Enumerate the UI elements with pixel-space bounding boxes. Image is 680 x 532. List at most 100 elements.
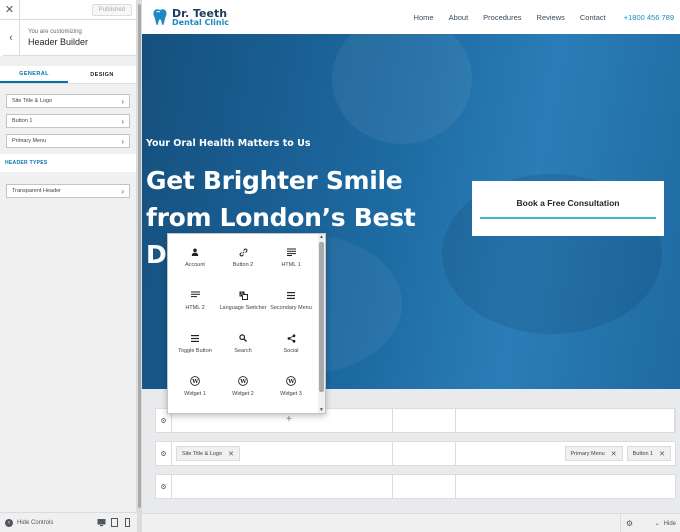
translate-icon: A	[238, 290, 248, 300]
sidebar-items: Site Title & Logo › Button 1 › Primary M…	[0, 84, 136, 148]
remove-item-icon[interactable]: ✕	[611, 450, 617, 458]
picker-item-secondary-menu[interactable]: Secondary Menu	[267, 277, 315, 320]
remove-item-icon[interactable]: ✕	[659, 450, 665, 458]
desktop-device-icon[interactable]	[97, 518, 106, 527]
tablet-device-icon[interactable]	[110, 518, 119, 527]
hide-builder-label: Hide	[663, 520, 676, 527]
section-titles: You are customizing Header Builder	[20, 29, 88, 47]
picker-item-label: Widget 2	[232, 391, 254, 397]
wordpress-icon: W	[190, 376, 200, 386]
row-zone-right[interactable]	[456, 475, 675, 498]
picker-item-widget-1[interactable]: W Widget 1	[171, 363, 219, 406]
hide-controls-label: Hide Controls	[17, 519, 54, 526]
sidebar-item-button-1[interactable]: Button 1 ›	[6, 114, 130, 128]
primary-menu: Home About Procedures Reviews Contact +1…	[414, 13, 674, 22]
scroll-up-arrow-icon[interactable]: ▲	[319, 234, 324, 240]
chevron-right-icon: ›	[121, 96, 124, 106]
picker-item-label: Account	[185, 262, 205, 268]
logo-title: Dr. Teeth	[172, 6, 228, 20]
picker-item-toggle-button[interactable]: Toggle Button	[171, 320, 219, 363]
picker-item-widget-3[interactable]: W Widget 3	[267, 363, 315, 406]
builder-item-label: Primary Menu	[570, 450, 605, 457]
text-lines-icon	[190, 290, 200, 300]
picker-scrollbar-thumb[interactable]	[319, 242, 324, 392]
row-zone-center[interactable]	[393, 409, 456, 432]
chevron-right-icon: ›	[121, 186, 124, 196]
add-item-plus-icon[interactable]: +	[286, 414, 292, 425]
menu-icon	[286, 290, 296, 300]
share-icon	[286, 333, 296, 343]
picker-item-button-2[interactable]: Button 2	[219, 234, 267, 277]
text-lines-icon	[286, 247, 296, 257]
mobile-device-icon[interactable]	[123, 518, 132, 527]
picker-item-label: HTML 2	[185, 305, 205, 311]
builder-item-label: Site Title & Logo	[182, 450, 223, 457]
consultation-cta-button[interactable]: Book a Free Consultation	[472, 181, 664, 236]
hide-builder-button[interactable]: ⌄ Hide	[655, 514, 676, 532]
tab-general[interactable]: General	[0, 66, 68, 83]
builder-item-button-1[interactable]: Button 1 ✕	[626, 446, 671, 461]
publish-button[interactable]: Published	[91, 3, 132, 16]
customizer-sidebar: ✕ Published ‹ You are customizing Header…	[0, 0, 137, 532]
collapse-circle-icon: ‹	[5, 518, 13, 527]
sidebar-item-label: Site Title & Logo	[12, 98, 53, 104]
builder-item-label: Button 1	[632, 450, 654, 457]
sidebar-item-label: Button 1	[12, 118, 33, 124]
tab-design[interactable]: Design	[68, 66, 136, 83]
picker-item-label: Widget 3	[280, 391, 302, 397]
picker-item-social[interactable]: Social	[267, 320, 315, 363]
row-zone-right[interactable]: Primary Menu ✕ Button 1 ✕	[456, 442, 675, 465]
nav-item-about[interactable]: About	[449, 13, 469, 22]
hero-background-shape	[332, 34, 472, 144]
svg-text:A: A	[240, 291, 243, 296]
back-button[interactable]: ‹	[0, 19, 20, 56]
sidebar-top-bar: ✕ Published	[0, 0, 136, 20]
nav-item-procedures[interactable]: Procedures	[483, 13, 521, 22]
picker-item-label: Language Switcher	[219, 305, 267, 311]
search-icon	[238, 333, 248, 343]
picker-item-widget-2[interactable]: W Widget 2	[219, 363, 267, 406]
builder-item-site-title-logo[interactable]: Site Title & Logo ✕	[176, 446, 240, 461]
sidebar-item-transparent-header[interactable]: Transparent Header ›	[6, 184, 130, 198]
wordpress-icon: W	[286, 376, 296, 386]
builder-item-primary-menu[interactable]: Primary Menu ✕	[564, 446, 623, 461]
nav-item-home[interactable]: Home	[414, 13, 434, 22]
picker-item-label: Toggle Button	[178, 348, 212, 354]
row-settings-gear-icon[interactable]: ⚙	[156, 442, 172, 465]
phone-link[interactable]: +1800 456 789	[624, 13, 674, 22]
sidebar-item-primary-menu[interactable]: Primary Menu ›	[6, 134, 130, 148]
svg-text:W: W	[287, 379, 295, 385]
row-zone-center[interactable]	[393, 442, 456, 465]
picker-item-search[interactable]: Search	[219, 320, 267, 363]
row-zone-right[interactable]	[456, 409, 675, 432]
picker-item-html-1[interactable]: HTML 1	[267, 234, 315, 277]
sidebar-footer: ‹ Hide Controls	[0, 512, 137, 532]
picker-item-label: HTML 1	[281, 262, 301, 268]
svg-text:W: W	[239, 379, 247, 385]
row-zone-left[interactable]: Site Title & Logo ✕	[172, 442, 393, 465]
section-header: ‹ You are customizing Header Builder	[0, 19, 136, 56]
close-customizer-button[interactable]: ✕	[0, 0, 20, 20]
row-zone-left[interactable]	[172, 475, 393, 498]
builder-settings-gear-icon[interactable]: ⚙	[620, 514, 638, 532]
hide-controls-button[interactable]: ‹ Hide Controls	[5, 518, 93, 527]
picker-item-account[interactable]: Account	[171, 234, 219, 277]
sidebar-item-label: Transparent Header	[12, 188, 62, 194]
nav-item-reviews[interactable]: Reviews	[537, 13, 565, 22]
sidebar-items-header-types: Transparent Header ›	[0, 172, 136, 198]
remove-item-icon[interactable]: ✕	[228, 450, 234, 458]
sidebar-scrollbar-thumb[interactable]	[138, 4, 141, 508]
sidebar-item-site-title-logo[interactable]: Site Title & Logo ›	[6, 94, 130, 108]
row-settings-gear-icon[interactable]: ⚙	[156, 475, 172, 498]
picker-item-html-2[interactable]: HTML 2	[171, 277, 219, 320]
wordpress-icon: W	[238, 376, 248, 386]
row-zone-center[interactable]	[393, 475, 456, 498]
link-icon	[238, 247, 248, 257]
nav-item-contact[interactable]: Contact	[580, 13, 606, 22]
site-logo[interactable]: Dr. Teeth Dental Clinic	[152, 8, 229, 27]
scroll-down-arrow-icon[interactable]: ▼	[319, 407, 324, 413]
picker-item-label: Search	[234, 348, 252, 354]
header-row-bottom: ⚙	[155, 474, 676, 499]
picker-item-language-switcher[interactable]: A Language Switcher	[219, 277, 267, 320]
customizing-crumb: You are customizing	[28, 28, 82, 35]
